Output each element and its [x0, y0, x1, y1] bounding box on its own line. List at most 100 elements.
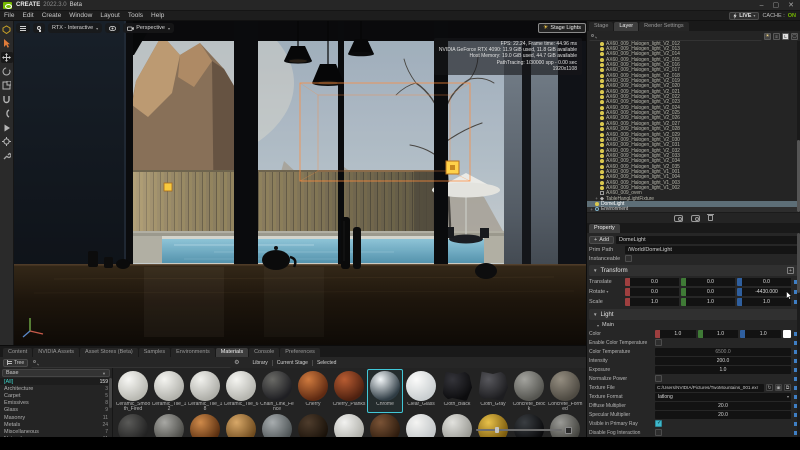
material-thumb-ceramic-tile-6[interactable]: Ceramic_Tile_6	[223, 369, 259, 413]
select-box-icon[interactable]	[1, 24, 13, 35]
renderer-dropdown[interactable]: RTX - Interactive▾	[48, 23, 102, 33]
diffuse-multiplier-field[interactable]: 20.0	[655, 402, 791, 410]
category-miscellaneous[interactable]: Miscellaneous7	[0, 428, 112, 435]
rotate-y-field[interactable]: 0.0	[686, 288, 735, 296]
add-button[interactable]: +Add	[589, 236, 614, 244]
curve-tool-icon[interactable]	[1, 108, 13, 119]
tab-content[interactable]: Content	[3, 348, 32, 357]
texture-format-dropdown[interactable]: latlong▾	[655, 393, 791, 401]
material-thumb-concrete-formed[interactable]: Concrete_Formed	[547, 369, 583, 413]
camera-dropdown[interactable]: Perspective▾	[123, 23, 174, 33]
wrench-icon[interactable]	[1, 150, 13, 161]
menu-help[interactable]: Help	[147, 12, 168, 19]
visibility-button[interactable]	[105, 23, 120, 33]
disable-fog-interaction-checkbox[interactable]	[655, 429, 662, 436]
tab-asset-stores-beta[interactable]: Asset Stores (Beta)	[80, 348, 138, 357]
filter-icon[interactable]: ≡	[773, 33, 780, 40]
main-subsection-header[interactable]: ▾ Main	[589, 321, 798, 329]
material-thumb-row2-0[interactable]	[115, 412, 151, 437]
tab-preferences[interactable]: Preferences	[280, 348, 320, 357]
category-masonry[interactable]: Masonry11	[0, 414, 112, 421]
visible-in-primary-ray-checkbox[interactable]	[655, 420, 662, 427]
close-button[interactable]: ✕	[788, 1, 794, 10]
prim-name-field[interactable]: DomeLight	[616, 236, 798, 244]
light-section-header[interactable]: ▼ Light	[589, 309, 798, 320]
tree-toggle-button[interactable]: Tree	[3, 359, 28, 367]
tab-property[interactable]: Property	[589, 224, 620, 233]
material-thumb-concrete-block[interactable]: Concrete_Block	[511, 369, 547, 413]
scope-library[interactable]: Library	[249, 360, 273, 366]
minimize-button[interactable]: –	[760, 1, 764, 10]
copy-icon[interactable]: ⧉	[784, 384, 791, 391]
material-thumb-clear-glass[interactable]: Clear_Glass	[403, 369, 439, 413]
rotate-x-field[interactable]: 0.0	[630, 288, 679, 296]
material-thumb-row2-7[interactable]	[367, 412, 403, 437]
material-thumb-cloth-gray[interactable]: Cloth_Gray	[475, 369, 511, 413]
color-temperature-field[interactable]: 6500.0	[655, 348, 791, 356]
grid-view-icon[interactable]	[565, 427, 572, 434]
light-filter-icon[interactable]: ☀	[764, 33, 771, 40]
live-sync-button[interactable]: LIVE ▾	[729, 12, 759, 20]
category-carpet[interactable]: Carpet5	[0, 392, 112, 399]
material-thumb-row2-3[interactable]	[223, 412, 259, 437]
snap-tool-icon[interactable]	[1, 94, 13, 105]
menu-tools[interactable]: Tools	[124, 12, 147, 19]
transform-section-header[interactable]: ▼ Transform +	[589, 265, 798, 276]
category-metals[interactable]: Metals24	[0, 421, 112, 428]
gear-icon[interactable]: ⚙	[234, 359, 239, 367]
expander-icon[interactable]: +	[594, 196, 599, 201]
focus-target-icon[interactable]	[1, 136, 13, 147]
enable-color-temperature-checkbox[interactable]	[655, 339, 662, 346]
scale-x-field[interactable]: 1.0	[630, 298, 679, 306]
material-thumb-ceramic-tile-12[interactable]: Ceramic_Tile_12	[151, 369, 187, 413]
translate-z-field[interactable]: 0.0	[742, 278, 791, 286]
scope-selected[interactable]: Selected	[313, 360, 340, 366]
category-glass[interactable]: Glass9	[0, 407, 112, 414]
material-thumb-cherry[interactable]: Cherry	[295, 369, 331, 413]
tab-environments[interactable]: Environments	[171, 348, 215, 357]
scale-tool-icon[interactable]	[1, 80, 13, 91]
material-thumb-row2-8[interactable]	[403, 412, 439, 437]
stage-lights-button[interactable]: ☀ Stage Lights	[538, 23, 586, 33]
material-thumb-row2-4[interactable]	[259, 412, 295, 437]
options-icon[interactable]: ▢	[791, 33, 798, 40]
material-thumb-row2-5[interactable]	[295, 412, 331, 437]
scale-z-field[interactable]: 1.0	[742, 298, 791, 306]
color-b-field[interactable]: 1.0	[745, 330, 781, 338]
trash-icon[interactable]	[708, 215, 713, 221]
specular-multiplier-field[interactable]: 20.0	[655, 411, 791, 419]
menu-edit[interactable]: Edit	[18, 12, 37, 19]
scope-current-stage[interactable]: Current Stage	[273, 360, 313, 366]
category-all[interactable]: [All]159	[0, 378, 112, 385]
category-architecture[interactable]: Architecture3	[0, 385, 112, 392]
refresh-icon[interactable]: ↻	[766, 384, 773, 391]
transform-stack-icon[interactable]: +	[787, 267, 794, 274]
normalize-power-checkbox[interactable]	[655, 375, 662, 382]
material-thumb-ceramic-tile-18[interactable]: Ceramic_Tile_18	[187, 369, 223, 413]
thumbnail-size-slider[interactable]	[476, 426, 572, 434]
tab-materials[interactable]: Materials	[216, 348, 248, 357]
translate-x-field[interactable]: 0.0	[630, 278, 679, 286]
tab-stage[interactable]: Stage	[589, 22, 613, 31]
folder-icon[interactable]: ▣	[775, 384, 782, 391]
menu-file[interactable]: File	[0, 12, 18, 19]
material-thumb-ceramic-smooth-fired[interactable]: Ceramic_Smooth_Fired	[115, 369, 151, 413]
play-icon[interactable]	[1, 122, 13, 133]
lights-icon[interactable]	[691, 215, 700, 222]
intensity-field[interactable]: 200.0	[655, 357, 791, 365]
menu-create[interactable]: Create	[38, 12, 66, 19]
translate-y-field[interactable]: 0.0	[686, 278, 735, 286]
material-thumb-row2-9[interactable]	[439, 412, 475, 437]
tree-item[interactable]: +Environment	[587, 207, 800, 212]
material-thumb-row2-2[interactable]	[187, 412, 223, 437]
material-thumb-chrome[interactable]: Chrome	[367, 369, 403, 413]
viewport-3d[interactable]: RTX - Interactive▾ Perspective▾ ☀ Stage …	[14, 21, 586, 345]
menu-layout[interactable]: Layout	[96, 12, 124, 19]
expander-icon[interactable]: +	[589, 207, 594, 212]
material-thumb-cloth-black[interactable]: Cloth_Black	[439, 369, 475, 413]
tab-console[interactable]: Console	[249, 348, 279, 357]
tab-render-settings[interactable]: Render Settings	[639, 22, 688, 31]
type-column-toggle[interactable]: L	[782, 33, 789, 40]
category-emissives[interactable]: Emissives8	[0, 400, 112, 407]
viewport-lighting-button[interactable]	[33, 23, 45, 33]
